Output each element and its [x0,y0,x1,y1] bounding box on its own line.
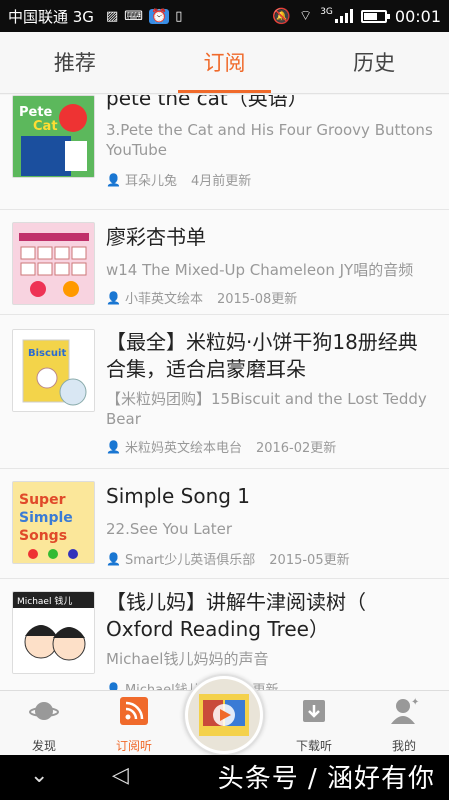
album-cover: Pete Cat [12,95,95,178]
nav-discover[interactable]: 发现 [4,691,84,756]
album-cover [12,222,95,305]
svg-text:✦: ✦ [411,697,419,708]
top-tabs: 推荐 订阅 历史 [0,32,449,94]
item-updated: 2015-08更新 [216,292,298,307]
nav-download-listen[interactable]: 下载听 [274,691,354,756]
carrier-label: 中国联通 3G [8,7,94,26]
nav-mine[interactable]: ✦ 我的 [364,691,444,756]
clock-time: 00:01 [394,6,441,26]
item-title: 【钱儿妈】讲解牛津阅读树（ Oxford Reading Tree） [106,590,366,641]
sim-icon: ▯ [175,8,183,24]
item-updated: 2015-05更新 [269,553,350,568]
item-subtitle: 3.Pete the Cat and His Four Groovy Butto… [106,121,433,159]
item-subtitle: w14 The Mixed-Up Chameleon JY唱的音频 [106,261,414,279]
item-meta: 👤 Smart少儿英语俱乐部 2015-05更新 [106,549,435,569]
tab-history[interactable]: 历史 [299,32,449,93]
network-type: 3G [320,7,333,17]
item-meta: 👤 耳朵儿兔 4月前更新 [106,170,435,190]
item-author: 小菲英文绘本 [124,292,203,307]
person-icon: 👤 [106,172,121,187]
watermark-text: 头条号 / 涵好有你 [217,764,435,794]
person-icon: 👤 [106,681,121,691]
keyboard-icon: ⌨ [124,8,143,24]
wifi-icon: ⌔ [299,8,313,24]
list-item[interactable]: Pete Cat pete the cat（英语） 3.Pete the Cat… [0,95,449,210]
album-cover: Biscuit [12,329,95,412]
chevron-down-icon[interactable]: ⌄ [30,763,48,788]
now-playing-disc[interactable] [183,674,265,756]
user-icon: ✦ [364,691,444,731]
mute-icon: 🔕 [272,7,292,25]
image-icon: ▨ [105,8,119,24]
item-subtitle: Michael钱儿妈妈的声音 [106,650,269,668]
subscription-list[interactable]: Pete Cat pete the cat（英语） 3.Pete the Cat… [0,95,449,690]
person-icon: 👤 [106,439,121,454]
svg-text:Pete: Pete [19,105,53,120]
svg-text:Songs: Songs [19,528,67,544]
item-updated: 2016-02更新 [255,441,337,456]
item-meta: 👤 Michael钱儿 16-01更新 [106,679,435,691]
album-cover: Super Simple Songs [12,481,95,564]
svg-text:Michael 钱儿: Michael 钱儿 [17,595,72,607]
signal-icon [334,9,353,23]
item-author: Smart少儿英语俱乐部 [124,553,256,568]
nav-label: 发现 [31,739,56,753]
person-icon: 👤 [106,551,121,566]
back-icon[interactable]: ◁ [112,763,129,788]
item-title: Simple Song 1 [106,484,251,508]
rss-icon [94,691,174,731]
list-item[interactable]: Super Simple Songs Simple Song 1 22.See … [0,469,449,579]
list-item[interactable]: 廖彩杏书单 w14 The Mixed-Up Chameleon JY唱的音频 … [0,210,449,315]
item-title: 【最全】米粒妈·小饼干狗18册经典合集，适合启蒙磨耳朵 [106,330,418,381]
person-icon: 👤 [106,290,121,305]
item-subtitle: 【米粒妈团购】15Biscuit and the Lost Teddy Bear [106,390,427,428]
clock-app-icon: ⏰ [149,8,170,24]
download-icon [274,691,354,731]
svg-text:Super: Super [19,492,66,508]
battery-icon [360,9,390,23]
nav-subscribe-listen[interactable]: 订阅听 [94,691,174,756]
list-item[interactable]: Biscuit 【最全】米粒妈·小饼干狗18册经典合集，适合启蒙磨耳朵 【米粒妈… [0,315,449,469]
item-meta: 👤 小菲英文绘本 2015-08更新 [106,288,435,308]
tab-recommend[interactable]: 推荐 [0,32,150,93]
item-meta: 👤 米粒妈英文绘本电台 2016-02更新 [106,437,435,457]
item-updated: 4月前更新 [190,174,252,189]
status-bar: 中国联通 3G ▨ ⌨ ⏰ ▯ 🔕 ⌔ 3G 00:01 [0,0,449,32]
nav-label: 我的 [391,739,416,753]
svg-text:Simple: Simple [19,510,73,526]
item-author: 耳朵儿兔 [124,174,177,189]
album-cover: Michael 钱儿 [12,591,95,674]
tab-subscriptions[interactable]: 订阅 [150,32,300,93]
item-subtitle: 22.See You Later [106,520,233,538]
nav-label: 下载听 [295,739,332,753]
svg-text:Cat: Cat [33,119,58,134]
svg-text:Biscuit: Biscuit [28,348,66,359]
item-author: 米粒妈英文绘本电台 [124,441,242,456]
item-title: 廖彩杏书单 [106,225,206,249]
item-title: pete the cat（英语） [106,95,308,110]
item-author: Michael钱儿 [125,679,201,690]
planet-icon [4,691,84,731]
nav-label: 订阅听 [115,739,152,753]
system-nav-bar: ⌄ ◁ 头条号 / 涵好有你 [0,755,449,800]
